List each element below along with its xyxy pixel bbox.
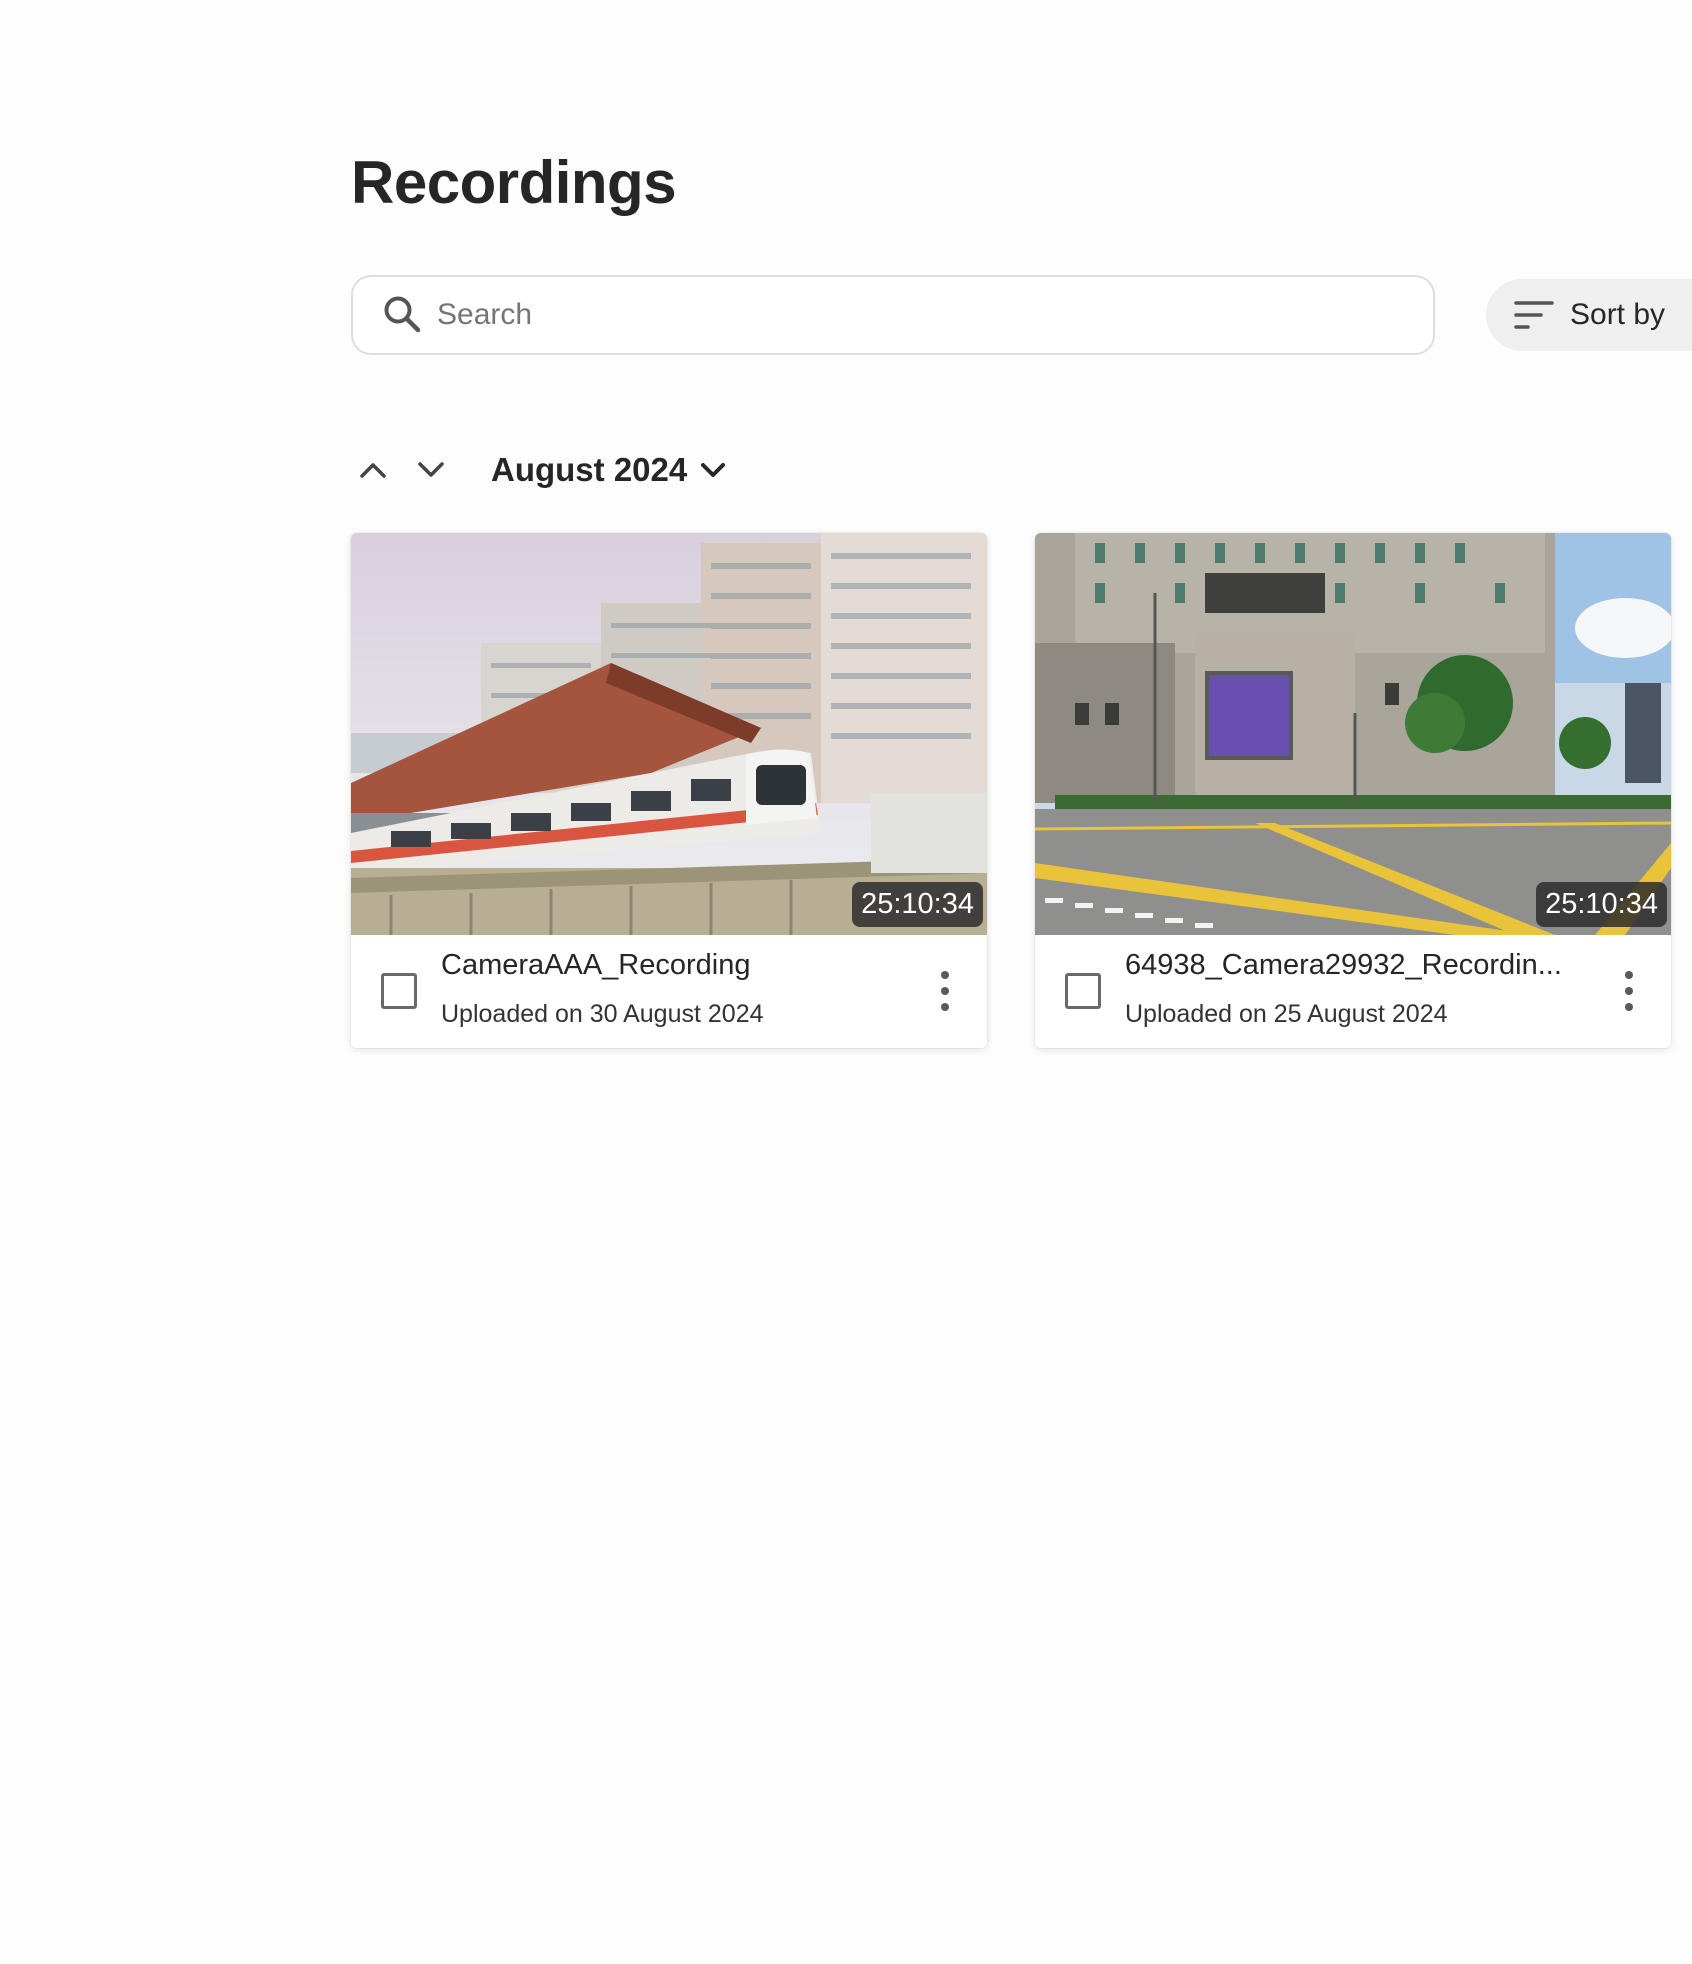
chevron-up-icon — [360, 463, 386, 478]
search-icon — [384, 296, 421, 333]
sort-by-label: Sort by — [1570, 298, 1666, 331]
more-options-button[interactable] — [1617, 969, 1641, 1013]
next-month-button[interactable] — [409, 448, 453, 492]
month-dropdown[interactable]: August 2024 — [491, 451, 727, 489]
recording-thumbnail[interactable]: 25:10:34 — [351, 533, 987, 935]
card-footer: 64938_Camera29932_Recordin... Uploaded o… — [1035, 935, 1671, 1048]
card-footer: CameraAAA_Recording Uploaded on 30 Augus… — [351, 935, 987, 1048]
recording-thumbnail[interactable]: 25:10:34 — [1035, 533, 1671, 935]
recording-card[interactable]: 25:10:34 64938_Camera29932_Recordin... U… — [1035, 533, 1671, 1048]
month-navigation: August 2024 — [351, 442, 727, 498]
sort-lines-icon — [1514, 301, 1554, 329]
duration-badge: 25:10:34 — [1536, 882, 1667, 927]
upload-date: Uploaded on 30 August 2024 — [441, 1000, 764, 1028]
train-station-image — [351, 533, 987, 935]
previous-month-button[interactable] — [351, 448, 395, 492]
duration-badge: 25:10:34 — [852, 882, 983, 927]
more-options-button[interactable] — [933, 969, 957, 1013]
page-title: Recordings — [351, 149, 677, 216]
street-intersection-image — [1035, 533, 1671, 935]
select-checkbox[interactable] — [1065, 973, 1101, 1009]
recording-card[interactable]: 25:10:34 CameraAAA_Recording Uploaded on… — [351, 533, 987, 1048]
chevron-down-icon — [701, 463, 726, 477]
recording-title: CameraAAA_Recording — [441, 949, 751, 981]
upload-date: Uploaded on 25 August 2024 — [1125, 1000, 1448, 1028]
search-bar[interactable] — [351, 275, 1435, 355]
more-vertical-icon — [941, 971, 949, 1011]
month-label: August 2024 — [491, 451, 688, 488]
recording-title: 64938_Camera29932_Recordin... — [1125, 949, 1562, 981]
search-input[interactable] — [435, 297, 1399, 333]
select-checkbox[interactable] — [381, 973, 417, 1009]
chevron-down-icon — [418, 462, 444, 477]
sort-by-button[interactable]: Sort by — [1486, 279, 1692, 351]
more-vertical-icon — [1625, 971, 1633, 1011]
